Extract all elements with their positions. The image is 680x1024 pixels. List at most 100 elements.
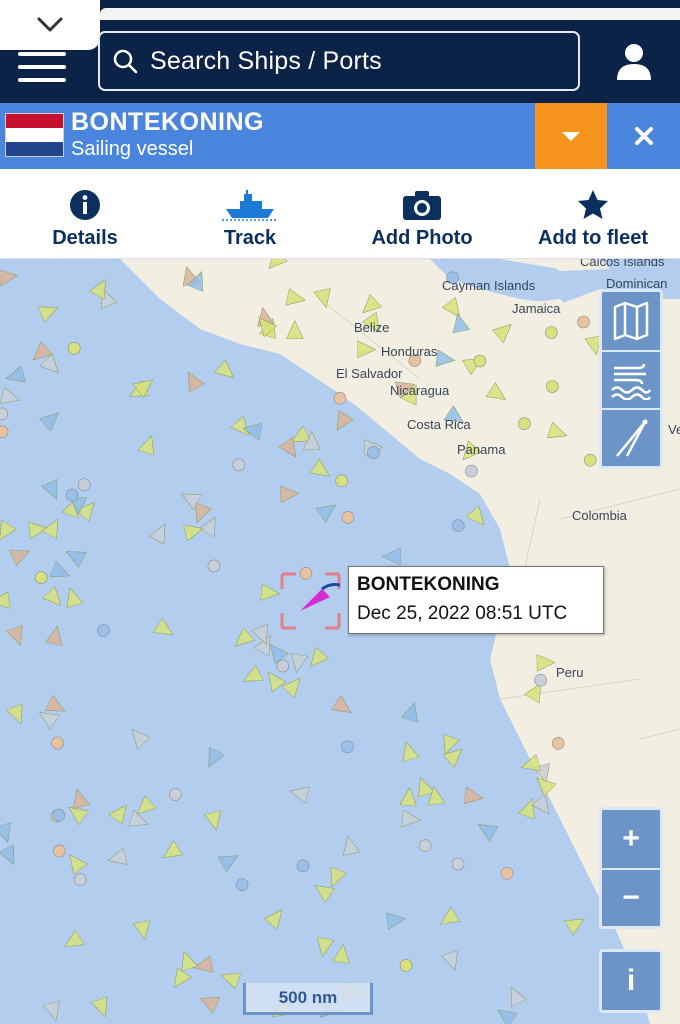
ship-marker[interactable] [465,505,490,531]
map-info-button[interactable]: i [602,952,660,1010]
ship-marker[interactable] [5,625,28,648]
anchored-vessel-marker[interactable] [232,458,246,472]
ship-marker[interactable] [181,368,205,393]
ship-marker[interactable] [167,967,192,992]
ship-marker[interactable] [314,937,335,958]
anchored-vessel-marker[interactable] [583,453,597,467]
track-button[interactable]: Track [165,169,335,259]
ship-marker[interactable] [38,407,64,432]
ship-marker[interactable] [309,458,334,483]
ship-marker[interactable] [315,498,340,523]
anchored-vessel-marker[interactable] [235,878,249,892]
ship-marker[interactable] [197,991,221,1014]
anchored-vessel-marker[interactable] [335,474,349,488]
ship-marker[interactable] [132,920,153,941]
ship-marker[interactable] [280,485,300,504]
anchored-vessel-marker[interactable] [65,488,79,502]
ship-marker[interactable] [152,617,177,642]
ship-marker[interactable] [0,519,17,544]
ship-marker[interactable] [288,783,310,804]
ship-marker[interactable] [331,695,356,720]
ship-marker[interactable] [108,800,133,825]
anchored-vessel-marker[interactable] [500,866,514,880]
anchored-vessel-marker[interactable] [333,391,347,405]
menu-button[interactable] [18,52,66,82]
ship-marker[interactable] [203,810,224,832]
ship-marker[interactable] [62,586,84,608]
anchored-vessel-marker[interactable] [367,446,380,459]
add-to-fleet-button[interactable]: Add to fleet [508,169,678,259]
add-photo-button[interactable]: Add Photo [337,169,507,259]
ship-marker[interactable] [37,300,61,323]
anchored-vessel-marker[interactable] [473,354,487,368]
ship-marker[interactable] [564,912,589,936]
ship-marker[interactable] [493,1003,518,1024]
anchored-vessel-marker[interactable] [451,857,465,871]
ship-marker[interactable] [159,840,184,865]
ship-marker[interactable] [218,967,241,990]
ship-marker[interactable] [304,647,330,672]
ship-marker[interactable] [340,834,361,856]
anchored-vessel-marker[interactable] [34,571,48,584]
weather-layer-button[interactable] [602,350,660,408]
ship-marker[interactable] [0,591,11,611]
ship-marker[interactable] [401,809,422,829]
ship-marker[interactable] [90,996,113,1020]
ship-marker[interactable] [41,515,65,540]
ship-marker[interactable] [42,586,68,612]
ship-marker[interactable] [0,822,16,845]
ship-marker[interactable] [240,665,264,689]
anchored-vessel-marker[interactable] [0,407,8,421]
ship-marker[interactable] [9,543,32,567]
anchored-vessel-marker[interactable] [546,380,559,393]
anchored-vessel-marker[interactable] [341,511,355,524]
ship-marker[interactable] [398,740,420,762]
ship-marker[interactable] [441,950,464,973]
ship-marker[interactable] [385,910,406,930]
ship-marker[interactable] [4,365,26,387]
ship-marker[interactable] [436,906,461,931]
ship-marker[interactable] [332,943,352,964]
ship-marker[interactable] [413,775,435,798]
anchored-vessel-marker[interactable] [534,673,548,687]
anchored-vessel-marker[interactable] [577,315,590,329]
close-button[interactable] [607,103,680,169]
anchored-vessel-marker[interactable] [465,464,478,478]
user-icon[interactable] [612,42,656,82]
ship-marker[interactable] [474,817,499,842]
anchored-vessel-marker[interactable] [51,736,64,750]
ship-marker[interactable] [330,410,354,435]
collapse-button[interactable] [0,0,100,50]
ship-marker[interactable] [324,866,347,890]
ship-marker[interactable] [42,1000,64,1023]
anchored-vessel-marker[interactable] [73,873,87,886]
ship-marker[interactable] [60,929,85,954]
ship-marker[interactable] [288,653,309,674]
anchored-vessel-marker[interactable] [169,788,182,801]
anchored-vessel-marker[interactable] [299,566,313,580]
zoom-in-button[interactable]: + [602,810,660,868]
ship-marker[interactable] [148,520,172,545]
ship-marker[interactable] [381,547,401,566]
ship-marker[interactable] [49,560,73,583]
anchored-vessel-marker[interactable] [276,659,290,673]
ship-marker[interactable] [260,583,280,602]
measure-tool-button[interactable] [602,408,660,466]
ship-marker[interactable] [126,724,151,750]
map-view[interactable]: Cayman Islands Caicos Islands Dominican … [0,259,680,1024]
zoom-out-button[interactable]: − [602,868,660,926]
ship-marker[interactable] [463,786,484,806]
anchored-vessel-marker[interactable] [207,559,221,573]
ship-marker[interactable] [401,700,422,723]
anchored-vessel-marker[interactable] [341,740,354,754]
vessel-tooltip[interactable]: BONTEKONING Dec 25, 2022 08:51 UTC [348,566,604,634]
details-button[interactable]: Details [0,169,170,259]
selected-vessel-marker[interactable] [280,572,341,630]
ship-marker[interactable] [41,479,65,502]
ship-marker[interactable] [201,747,225,771]
anchored-vessel-marker[interactable] [67,342,81,355]
ship-marker[interactable] [45,625,66,646]
ship-marker[interactable] [0,386,22,408]
anchored-vessel-marker[interactable] [551,736,565,750]
ship-marker[interactable] [504,983,527,1008]
